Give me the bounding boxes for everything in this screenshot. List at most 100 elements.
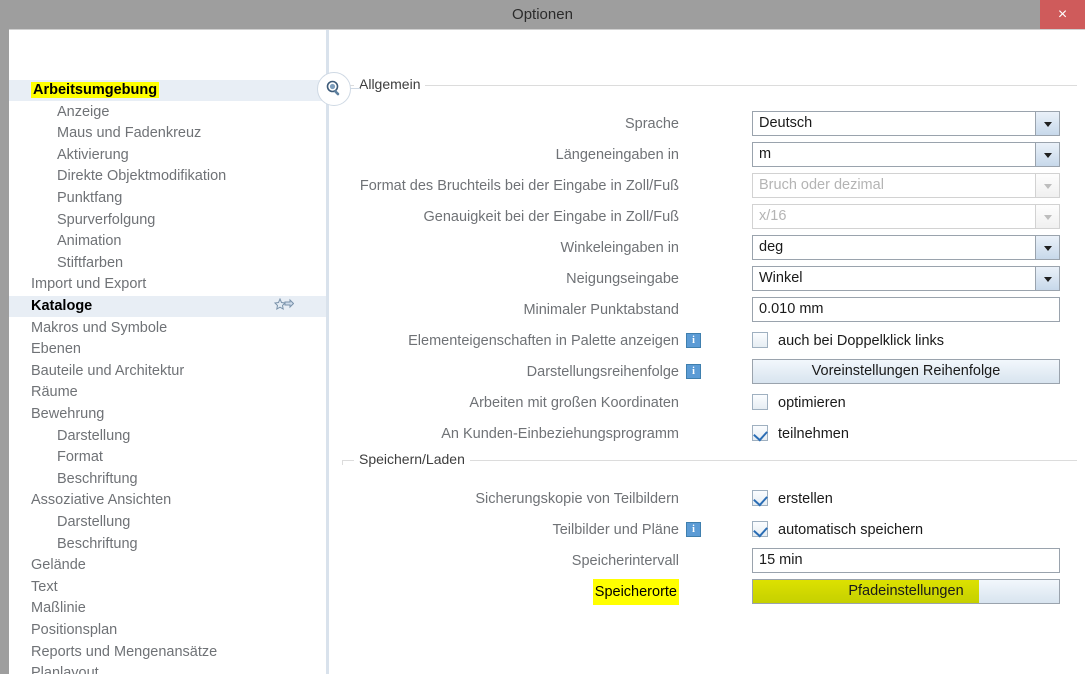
sidebar-item-stiftfarben[interactable]: Stiftfarben [9,253,326,274]
window-title: Optionen [0,0,1085,29]
dropdown-field[interactable]: Bruch oder dezimal [752,173,1060,198]
sidebar-item-label: Reports und Mengenansätze [31,644,217,660]
sidebar-item-label: Arbeitsumgebung [31,82,159,98]
sidebar-item-format[interactable]: Format [9,447,326,468]
settings-sidebar[interactable]: Arbeitsumgebung Anzeige Maus und Fadenkreu… [9,30,326,674]
sidebar-item-animation[interactable]: Animation [9,231,326,252]
sidebar-item-beschriftung[interactable]: Beschriftung [9,469,326,490]
checkbox-label[interactable]: auch bei Doppelklick links [778,328,944,354]
search-icon[interactable] [317,72,351,106]
sidebar-item-positionsplan[interactable]: Positionsplan [9,620,326,641]
form-row: An Kunden-Einbeziehungsprogramm teilnehme… [334,421,1085,447]
action-button[interactable]: Voreinstellungen Reihenfolge [752,359,1060,384]
sidebar-item-label: Format [57,449,103,465]
sidebar-item-label: Maßlinie [31,600,86,616]
sidebar-item-label: Stiftfarben [57,255,123,271]
sidebar-item-label: Import und Export [31,276,146,292]
sidebar-item-label: Gelände [31,557,86,573]
field-label: Speicherorte [593,579,679,605]
field-label: Genauigkeit bei der Eingabe in Zoll/Fuß [423,204,679,230]
sidebar-item-maus-und-fadenkreuz[interactable]: Maus und Fadenkreuz [9,123,326,144]
button-label: Voreinstellungen Reihenfolge [812,363,1001,379]
info-icon[interactable]: i [686,364,701,379]
checkbox-checked[interactable] [752,490,768,506]
sidebar-divider [326,30,329,674]
sidebar-item-ma-linie[interactable]: Maßlinie [9,598,326,619]
chevron-down-icon[interactable] [1035,112,1059,135]
sidebar-item-label: Aktivierung [57,147,129,163]
sidebar-item-label: Ebenen [31,341,81,357]
dropdown-field[interactable]: m [752,142,1060,167]
sidebar-item-label: Beschriftung [57,471,138,487]
checkbox-label[interactable]: optimieren [778,390,846,416]
field-label: An Kunden-Einbeziehungsprogramm [441,421,679,447]
field-label: Arbeiten mit großen Koordinaten [469,390,679,416]
chevron-down-icon[interactable] [1035,205,1059,228]
sidebar-item-assoziative-ansichten[interactable]: Assoziative Ansichten [9,490,326,511]
checkbox-checked[interactable] [752,425,768,441]
form-row: Sicherungskopie von Teilbildernerstellen [334,486,1085,512]
sidebar-item-import-und-export[interactable]: Import und Export [9,274,326,295]
sidebar-item-label: Animation [57,233,121,249]
sidebar-item-aktivierung[interactable]: Aktivierung [9,145,326,166]
dropdown-field[interactable]: Winkel [752,266,1060,291]
chevron-down-icon[interactable] [1035,174,1059,197]
sidebar-item-makros-und-symbole[interactable]: Makros und Symbole [9,318,326,339]
checkbox-unchecked[interactable] [752,394,768,410]
sidebar-item-arbeitsumgebung[interactable]: Arbeitsumgebung [9,80,326,101]
form-row: Genauigkeit bei der Eingabe in Zoll/Fuß x… [334,204,1085,230]
sidebar-item-ebenen[interactable]: Ebenen [9,339,326,360]
field-label: Teilbilder und Pläne [552,517,679,543]
field-label: Längeneingaben in [556,142,679,168]
sidebar-item-kataloge[interactable]: Kataloge [9,296,326,317]
sidebar-item-bewehrung[interactable]: Bewehrung [9,404,326,425]
settings-content: AllgemeinSpracheDeutschLängeneingaben in… [334,30,1085,674]
checkbox-label[interactable]: automatisch speichern [778,517,923,543]
sidebar-item-label: Darstellung [57,514,130,530]
chevron-down-icon[interactable] [1035,267,1059,290]
action-button[interactable]: Pfadeinstellungen [752,579,1060,604]
sidebar-item-direkte-objektmodifikation[interactable]: Direkte Objektmodifikation [9,166,326,187]
sidebar-item-label: Kataloge [31,298,92,314]
chevron-down-icon[interactable] [1035,143,1059,166]
sidebar-item-label: Maus und Fadenkreuz [57,125,201,141]
sidebar-item-spurverfolgung[interactable]: Spurverfolgung [9,210,326,231]
checkbox-unchecked[interactable] [752,332,768,348]
star-arrow-icon[interactable] [274,298,292,314]
info-icon[interactable]: i [686,333,701,348]
field-label: Speicherintervall [572,548,679,574]
form-row: Minimaler Punktabstand0.010 mm [334,297,1085,323]
sidebar-item-label: Anzeige [57,104,109,120]
sidebar-item-reports-und-mengenans-tze[interactable]: Reports und Mengenansätze [9,642,326,663]
sidebar-item-beschriftung[interactable]: Beschriftung [9,534,326,555]
text-field[interactable]: 15 min [752,548,1060,573]
group-legend: Speichern/Laden [354,451,470,467]
field-label: Format des Bruchteils bei der Eingabe in… [360,173,679,199]
info-icon[interactable]: i [686,522,701,537]
dropdown-field[interactable]: deg [752,235,1060,260]
sidebar-item-darstellung[interactable]: Darstellung [9,512,326,533]
button-label: Pfadeinstellungen [848,583,963,599]
checkbox-checked[interactable] [752,521,768,537]
sidebar-item-r-ume[interactable]: Räume [9,382,326,403]
sidebar-item-text[interactable]: Text [9,577,326,598]
dropdown-field[interactable]: x/16 [752,204,1060,229]
checkbox-label[interactable]: erstellen [778,486,833,512]
sidebar-item-darstellung[interactable]: Darstellung [9,426,326,447]
sidebar-item-punktfang[interactable]: Punktfang [9,188,326,209]
sidebar-item-bauteile-und-architektur[interactable]: Bauteile und Architektur [9,361,326,382]
group-separator-line [342,85,1077,86]
sidebar-item-label: Bewehrung [31,406,104,422]
dropdown-field[interactable]: Deutsch [752,111,1060,136]
group-legend: Allgemein [354,76,425,92]
text-field[interactable]: 0.010 mm [752,297,1060,322]
sidebar-item-anzeige[interactable]: Anzeige [9,102,326,123]
sidebar-item-gel-nde[interactable]: Gelände [9,555,326,576]
sidebar-item-label: Punktfang [57,190,122,206]
close-button[interactable]: × [1040,0,1085,29]
chevron-down-icon[interactable] [1035,236,1059,259]
sidebar-item-label: Bauteile und Architektur [31,363,184,379]
sidebar-item-planlayout[interactable]: Planlayout [9,663,326,674]
checkbox-label[interactable]: teilnehmen [778,421,849,447]
title-bar: Optionen × [0,0,1085,29]
